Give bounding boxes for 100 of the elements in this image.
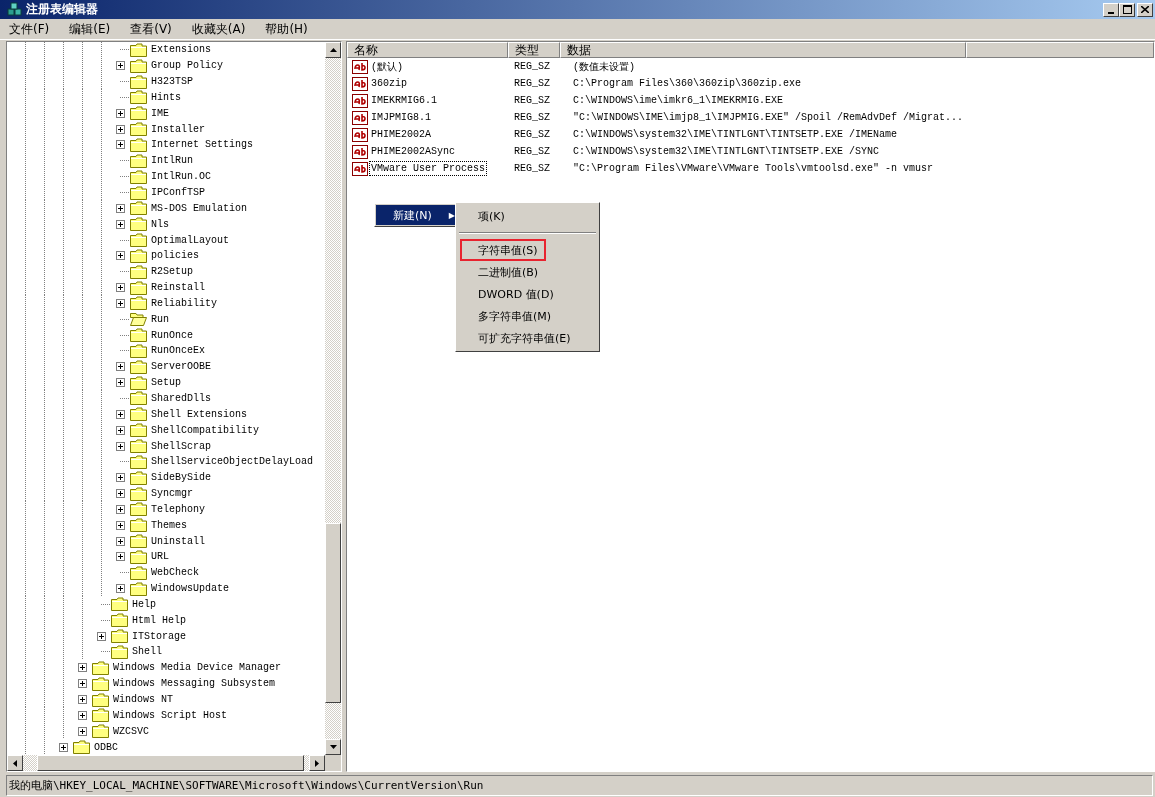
tree-item[interactable]: Windows Script Host <box>112 709 229 721</box>
vertical-scrollbar[interactable] <box>325 42 341 755</box>
menu-item[interactable]: 查看(V) <box>127 20 175 38</box>
tree-item[interactable]: IntlRun.OC <box>150 171 212 183</box>
value-name[interactable]: IMJPMIG8.1 <box>369 110 433 125</box>
expand-icon[interactable] <box>116 536 125 546</box>
tree-item[interactable]: Reinstall <box>150 282 206 294</box>
tree-item[interactable]: ShellCompatibility <box>150 424 261 436</box>
expand-icon[interactable] <box>78 710 87 720</box>
column-header[interactable]: 数据 <box>560 42 966 58</box>
value-name[interactable]: (默认) <box>369 57 405 76</box>
value-name[interactable]: 360zip <box>369 76 409 91</box>
menu-item[interactable]: 多字符串值(M) <box>460 305 560 327</box>
tree-item[interactable]: MS-DOS Emulation <box>150 202 248 214</box>
tree-item[interactable]: ODBC <box>93 741 119 753</box>
expand-icon[interactable] <box>116 584 125 594</box>
expand-icon[interactable] <box>78 663 87 673</box>
expand-icon[interactable] <box>116 283 125 293</box>
minimize-button[interactable] <box>1103 2 1119 17</box>
tree-item[interactable]: SideBySide <box>150 472 212 484</box>
expand-icon[interactable] <box>116 362 125 372</box>
tree-item[interactable]: IME <box>150 107 170 119</box>
tree-item[interactable]: H323TSP <box>150 76 194 88</box>
tree-item[interactable]: WebCheck <box>150 567 200 579</box>
expand-icon[interactable] <box>116 473 125 483</box>
expand-icon[interactable] <box>116 219 125 229</box>
tree-item[interactable]: Windows Media Device Manager <box>112 662 283 674</box>
menu-item[interactable]: 文件(F) <box>6 20 53 38</box>
tree-item[interactable]: Setup <box>150 377 182 389</box>
tree-item[interactable]: Internet Settings <box>150 139 255 151</box>
tree-item[interactable]: Shell Extensions <box>150 408 248 420</box>
tree-item[interactable]: RunOnce <box>150 329 194 341</box>
value-name[interactable]: PHIME2002ASync <box>369 144 457 159</box>
menu-item[interactable]: 可扩充字符串值(E) <box>460 327 579 349</box>
horizontal-scrollbar[interactable] <box>7 755 341 771</box>
close-button[interactable] <box>1137 2 1153 17</box>
expand-icon[interactable] <box>116 552 125 562</box>
column-header[interactable]: 名称 <box>347 42 508 58</box>
tree-item[interactable]: IntlRun <box>150 155 194 167</box>
expand-icon[interactable] <box>116 409 125 419</box>
tree-item[interactable]: WZCSVC <box>112 725 150 737</box>
tree-item[interactable]: RunOnceEx <box>150 345 206 357</box>
tree-item[interactable]: ITStorage <box>131 630 187 642</box>
expand-icon[interactable] <box>78 695 87 704</box>
menu-item[interactable]: 收藏夹(A) <box>188 20 249 38</box>
tree-item[interactable]: Windows Messaging Subsystem <box>112 678 277 690</box>
tree-item[interactable]: Uninstall <box>150 535 206 547</box>
tree-item[interactable]: ServerOOBE <box>150 361 212 373</box>
tree-item[interactable]: Html Help <box>131 614 187 626</box>
tree-item[interactable]: Nls <box>150 218 170 230</box>
tree-item[interactable]: Installer <box>150 123 206 135</box>
expand-icon[interactable] <box>59 742 68 752</box>
expand-icon[interactable] <box>116 298 125 308</box>
expand-icon[interactable] <box>116 425 125 435</box>
tree-item[interactable]: R2Setup <box>150 266 194 278</box>
tree-item[interactable]: OptimalLayout <box>150 234 230 246</box>
tree-item[interactable]: ShellServiceObjectDelayLoad <box>150 456 315 468</box>
menu-item[interactable]: 新建(N) ▶ <box>376 205 458 225</box>
maximize-button[interactable] <box>1119 2 1135 17</box>
tree-item[interactable]: policies <box>150 250 200 262</box>
menu-item[interactable]: 二进制值(B) <box>460 261 547 283</box>
expand-icon[interactable] <box>116 108 125 118</box>
tree-item[interactable]: Shell <box>131 646 163 658</box>
tree-item[interactable]: Run <box>150 313 170 325</box>
expand-icon[interactable] <box>97 631 106 641</box>
column-header[interactable]: 类型 <box>508 42 560 58</box>
tree-item[interactable]: Syncmgr <box>150 488 194 500</box>
menu-item[interactable]: DWORD 值(D) <box>460 283 562 305</box>
menu-item[interactable]: 字符串值(S) <box>460 239 546 261</box>
tree-item[interactable]: WindowsUpdate <box>150 583 230 595</box>
expand-icon[interactable] <box>78 726 87 736</box>
expand-icon[interactable] <box>116 124 125 134</box>
expand-icon[interactable] <box>116 520 125 530</box>
tree-item[interactable]: Reliability <box>150 297 218 309</box>
tree-item[interactable]: Group Policy <box>150 60 224 72</box>
tree-item[interactable]: Themes <box>150 519 188 531</box>
tree-item[interactable]: Windows NT <box>112 694 174 705</box>
expand-icon[interactable] <box>78 679 87 689</box>
expand-icon[interactable] <box>116 203 125 213</box>
value-name[interactable]: PHIME2002A <box>369 127 433 142</box>
expand-icon[interactable] <box>116 489 125 499</box>
tree-item[interactable]: IPConfTSP <box>150 187 206 198</box>
expand-icon[interactable] <box>116 61 125 71</box>
tree-item[interactable]: Help <box>131 598 157 610</box>
expand-icon[interactable] <box>116 441 125 451</box>
expand-icon[interactable] <box>116 251 125 261</box>
expand-icon[interactable] <box>116 140 125 150</box>
value-name[interactable]: VMware User Process <box>369 161 488 176</box>
menu-item[interactable]: 项(K) <box>460 205 513 227</box>
expand-icon[interactable] <box>116 378 125 388</box>
value-name[interactable]: IMEKRMIG6.1 <box>369 93 439 108</box>
menu-item[interactable]: 帮助(H) <box>262 20 311 38</box>
tree-item[interactable]: Extensions <box>150 44 212 56</box>
tree-item[interactable]: SharedDlls <box>150 393 212 404</box>
tree-item[interactable]: URL <box>150 551 170 563</box>
tree-item[interactable]: Hints <box>150 91 182 103</box>
tree-item[interactable]: Telephony <box>150 503 206 515</box>
tree-item[interactable]: ShellScrap <box>150 440 212 452</box>
expand-icon[interactable] <box>116 504 125 514</box>
menu-item[interactable]: 编辑(E) <box>66 20 114 38</box>
